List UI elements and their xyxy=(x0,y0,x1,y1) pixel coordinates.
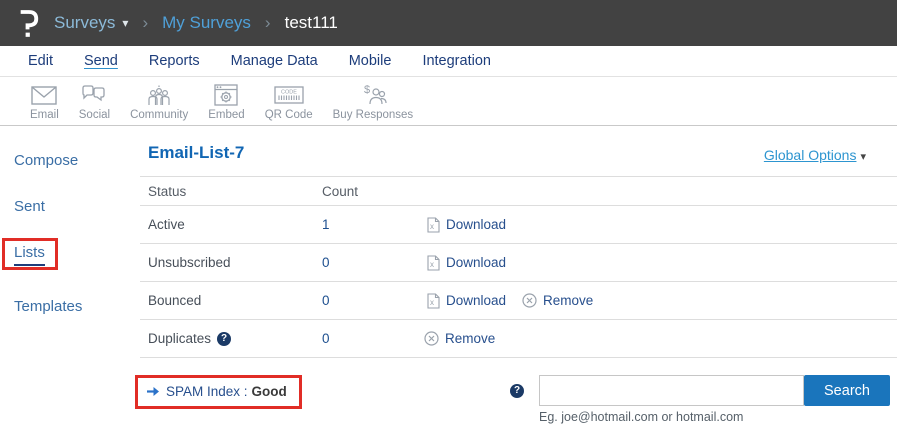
search-input[interactable] xyxy=(539,375,804,406)
table-row-unsubscribed: Unsubscribed 0 x Download xyxy=(140,244,897,282)
search-button[interactable]: Search xyxy=(804,375,890,406)
toolbar-item-embed[interactable]: Embed xyxy=(208,77,244,125)
status-label: Bounced xyxy=(148,293,322,308)
column-header-count: Count xyxy=(322,184,427,199)
toolbar-item-qr-code[interactable]: CODE QR Code xyxy=(265,77,313,125)
buy-responses-icon: $ xyxy=(359,83,387,107)
download-link[interactable]: x Download xyxy=(427,293,506,309)
count-value: 0 xyxy=(322,255,427,270)
sidebar-item-lists-label[interactable]: Lists xyxy=(14,244,45,266)
svg-text:$: $ xyxy=(364,84,370,96)
table-row-duplicates: Duplicates ? 0 Remove xyxy=(140,320,897,358)
svg-text:x: x xyxy=(430,260,434,269)
breadcrumb-surveys[interactable]: Surveys ▾ xyxy=(54,13,128,33)
remove-circle-icon xyxy=(424,331,439,346)
table-row-bounced: Bounced 0 x Download Remove xyxy=(140,282,897,320)
table-row-active: Active 1 x Download xyxy=(140,206,897,244)
nav-item-manage-data[interactable]: Manage Data xyxy=(231,53,318,69)
count-value: 0 xyxy=(322,293,427,308)
status-label: Unsubscribed xyxy=(148,255,322,270)
download-link[interactable]: x Download xyxy=(427,217,506,233)
embed-icon xyxy=(214,83,238,107)
toolbar-label: QR Code xyxy=(265,109,313,121)
remove-link[interactable]: Remove xyxy=(522,293,593,308)
spam-index-value: Good xyxy=(252,384,287,399)
sidebar-item-compose-label[interactable]: Compose xyxy=(14,152,78,169)
page-title: Email-List-7 xyxy=(148,143,244,163)
nav-item-reports[interactable]: Reports xyxy=(149,53,200,69)
toolbar-label: Buy Responses xyxy=(333,109,414,121)
remove-label: Remove xyxy=(445,331,495,346)
toolbar-label: Community xyxy=(130,109,188,121)
excel-file-icon: x xyxy=(427,293,440,309)
download-label: Download xyxy=(446,255,506,270)
nav-item-mobile[interactable]: Mobile xyxy=(349,53,392,69)
toolbar-label: Social xyxy=(79,109,110,121)
toolbar-item-social[interactable]: Social xyxy=(79,77,110,125)
toolbar-item-community[interactable]: Community xyxy=(130,77,188,125)
main-content: Email-List-7 Global Options▾ Status Coun… xyxy=(140,127,897,424)
search-hint: Eg. joe@hotmail.com or hotmail.com xyxy=(539,410,890,424)
remove-circle-icon xyxy=(522,293,537,308)
sidebar-item-compose[interactable]: Compose xyxy=(14,152,140,170)
survey-send-lists-page: Surveys ▾ › My Surveys › test111 Edit Sen… xyxy=(0,0,897,429)
svg-text:x: x xyxy=(430,298,434,307)
sidebar-item-templates-label[interactable]: Templates xyxy=(14,298,82,315)
excel-file-icon: x xyxy=(427,255,440,271)
bottom-band: SPAM Index : Good ? Search Eg. joe@hotma… xyxy=(140,375,897,424)
send-sidebar: Compose Sent Lists Templates xyxy=(0,127,140,344)
status-text: Duplicates xyxy=(148,331,211,346)
nav-item-integration[interactable]: Integration xyxy=(422,53,491,69)
main-nav: Edit Send Reports Manage Data Mobile Int… xyxy=(0,46,897,77)
excel-file-icon: x xyxy=(427,217,440,233)
arrow-right-icon xyxy=(146,386,160,397)
nav-item-edit[interactable]: Edit xyxy=(28,53,53,69)
status-label: Active xyxy=(148,217,322,232)
spam-index-label: SPAM Index : xyxy=(166,384,248,399)
help-icon[interactable]: ? xyxy=(217,332,231,346)
remove-label: Remove xyxy=(543,293,593,308)
sidebar-item-templates[interactable]: Templates xyxy=(14,298,140,316)
breadcrumb-current-survey: test111 xyxy=(285,13,338,33)
sidebar-item-sent[interactable]: Sent xyxy=(14,198,140,216)
nav-item-send[interactable]: Send xyxy=(84,53,118,69)
annotation-box-lists: Lists xyxy=(2,238,58,270)
toolbar-item-buy-responses[interactable]: $ Buy Responses xyxy=(333,77,414,125)
global-options-label: Global Options xyxy=(764,147,857,163)
community-icon xyxy=(146,83,172,107)
svg-text:x: x xyxy=(430,222,434,231)
chevron-down-icon: ▾ xyxy=(122,16,128,30)
svg-text:CODE: CODE xyxy=(281,90,297,96)
toolbar-label: Embed xyxy=(208,109,244,121)
top-bar: Surveys ▾ › My Surveys › test111 xyxy=(0,0,897,46)
download-label: Download xyxy=(446,217,506,232)
status-label: Duplicates ? xyxy=(148,331,322,346)
download-link[interactable]: x Download xyxy=(427,255,506,271)
breadcrumb-my-surveys[interactable]: My Surveys xyxy=(162,13,251,33)
table-header-row: Status Count xyxy=(140,177,897,206)
count-value: 0 xyxy=(322,331,427,346)
breadcrumb-separator-icon: › xyxy=(142,13,148,33)
search-area: ? Search Eg. joe@hotmail.com or hotmail.… xyxy=(510,375,890,424)
remove-link[interactable]: Remove xyxy=(424,331,495,346)
qr-code-icon: CODE xyxy=(274,83,304,107)
download-label: Download xyxy=(446,293,506,308)
sidebar-item-sent-label[interactable]: Sent xyxy=(14,198,45,215)
list-header: Email-List-7 Global Options▾ xyxy=(140,127,897,163)
toolbar-item-email[interactable]: Email xyxy=(30,77,59,125)
help-icon[interactable]: ? xyxy=(510,384,524,398)
send-toolbar: Email Social Community Embed CODE QR Cod… xyxy=(0,77,897,126)
sidebar-item-lists[interactable]: Lists xyxy=(14,244,140,270)
global-options-dropdown[interactable]: Global Options▾ xyxy=(764,147,866,163)
toolbar-label: Email xyxy=(30,109,59,121)
breadcrumb-surveys-label: Surveys xyxy=(54,13,115,32)
proprofs-logo-icon[interactable] xyxy=(17,8,39,38)
annotation-box-spam-index: SPAM Index : Good xyxy=(135,375,302,409)
social-icon xyxy=(81,83,107,107)
chevron-down-icon: ▾ xyxy=(860,150,866,163)
email-icon xyxy=(31,83,57,107)
count-value: 1 xyxy=(322,217,427,232)
column-header-status: Status xyxy=(148,184,322,199)
breadcrumb-separator-icon: › xyxy=(265,13,271,33)
